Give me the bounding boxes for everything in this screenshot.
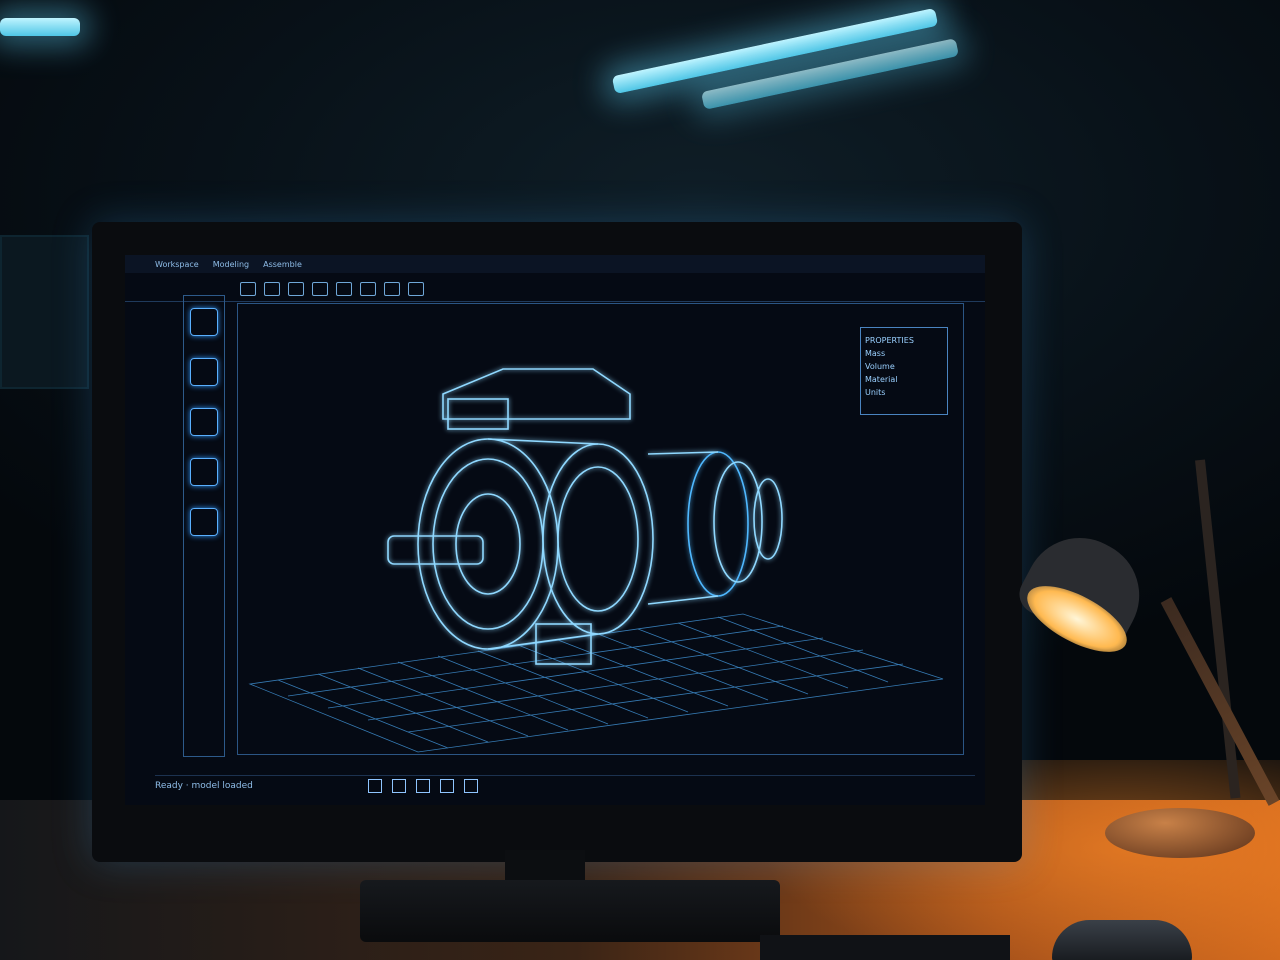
extrude-icon[interactable] xyxy=(190,408,218,436)
tool-button[interactable] xyxy=(264,282,280,296)
property-row: Volume xyxy=(865,362,895,371)
keyboard xyxy=(760,935,1010,960)
menu-item[interactable]: Workspace xyxy=(155,260,199,269)
tool-button[interactable] xyxy=(240,282,256,296)
properties-title: PROPERTIES xyxy=(865,336,914,345)
cad-screen[interactable]: Workspace Modeling Assemble PROPERTIES M… xyxy=(125,255,985,805)
taskbar-icon[interactable] xyxy=(439,779,454,793)
assembly-icon[interactable] xyxy=(190,458,218,486)
mouse xyxy=(1052,920,1192,960)
tool-button[interactable] xyxy=(312,282,328,296)
motor-wireframe xyxy=(387,368,783,665)
status-bar: Ready · model loaded xyxy=(155,775,975,796)
property-row: Units xyxy=(865,388,886,397)
taskbar-icon[interactable] xyxy=(391,779,406,793)
lamp-base xyxy=(1105,808,1255,858)
3d-viewport[interactable] xyxy=(237,303,964,755)
ceiling-light-left xyxy=(0,18,80,36)
menu-item[interactable]: Modeling xyxy=(213,260,249,269)
menu-bar[interactable]: Workspace Modeling Assemble xyxy=(125,255,985,273)
wireframe-motor-svg xyxy=(248,368,944,753)
property-row: Material xyxy=(865,375,898,384)
property-row: Mass xyxy=(865,349,886,358)
taskbar-icon[interactable] xyxy=(415,779,430,793)
feature-panel[interactable] xyxy=(183,295,225,757)
sketch-icon[interactable] xyxy=(190,358,218,386)
gear-icon[interactable] xyxy=(190,508,218,536)
monitor-stand-base xyxy=(360,880,780,942)
properties-panel: PROPERTIES Mass Volume Material Units xyxy=(860,327,948,415)
tool-button[interactable] xyxy=(360,282,376,296)
taskbar-icon[interactable] xyxy=(367,779,382,793)
taskbar-icon[interactable] xyxy=(463,779,478,793)
tool-button[interactable] xyxy=(288,282,304,296)
menu-item[interactable]: Assemble xyxy=(263,260,302,269)
part-icon[interactable] xyxy=(190,308,218,336)
wall-picture xyxy=(0,235,89,389)
toolbar[interactable] xyxy=(125,277,985,302)
tool-button[interactable] xyxy=(384,282,400,296)
status-text: Ready · model loaded xyxy=(155,781,253,791)
tool-button[interactable] xyxy=(336,282,352,296)
tool-button[interactable] xyxy=(408,282,424,296)
